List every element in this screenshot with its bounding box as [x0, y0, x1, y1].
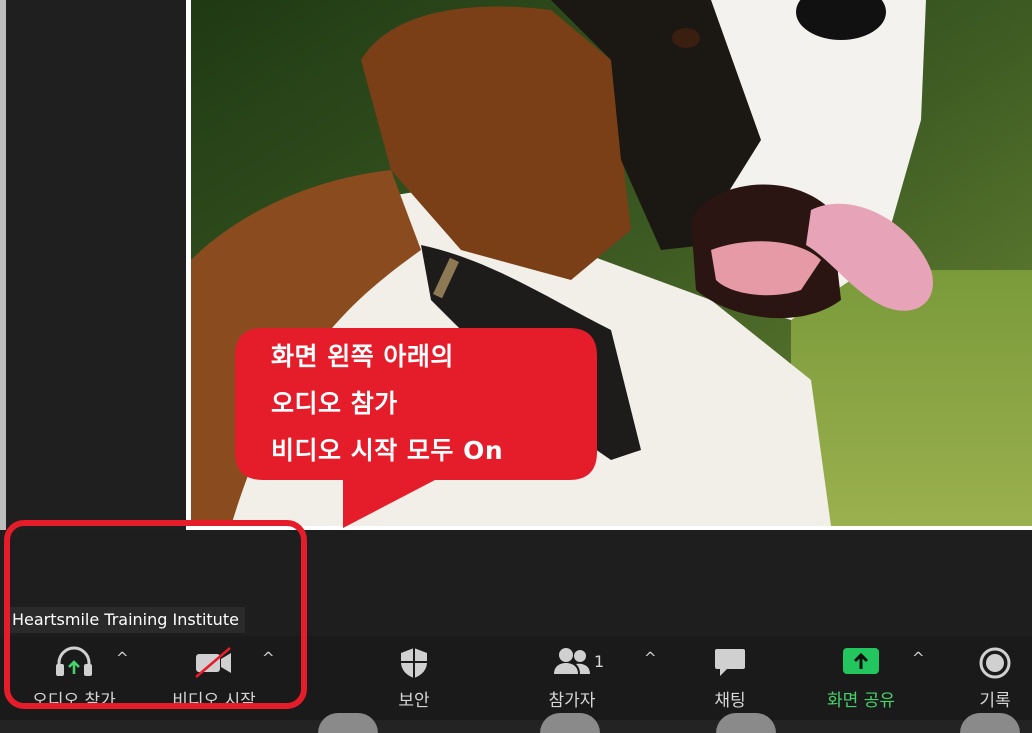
- background-bump: [960, 713, 1020, 733]
- share-screen-up-arrow-icon: [842, 646, 880, 680]
- background-bump: [318, 713, 378, 733]
- zoom-meeting-window: 화면 왼쪽 아래의 오디오 참가 비디오 시작 모두 On Heartsmile…: [0, 0, 1032, 733]
- start-video-label: 비디오 시작: [172, 691, 256, 711]
- record-label: 기록: [979, 691, 1011, 711]
- participants-button[interactable]: 참가자: [526, 636, 618, 720]
- join-audio-label: 오디오 참가: [32, 691, 116, 711]
- chat-bubble-icon: [713, 646, 747, 682]
- share-screen-label: 화면 공유: [827, 691, 895, 711]
- participants-options-caret[interactable]: ^: [644, 650, 657, 666]
- security-label: 보안: [398, 691, 430, 711]
- window-edge: [0, 0, 6, 530]
- participants-label: 참가자: [548, 691, 596, 711]
- background-bump: [540, 713, 600, 733]
- start-video-button[interactable]: 비디오 시작: [160, 636, 268, 720]
- record-button[interactable]: 기록: [956, 636, 1032, 720]
- callout-line-3: 비디오 시작 모두 On: [271, 436, 504, 465]
- participants-count: 1: [594, 652, 605, 671]
- record-icon: [978, 646, 1012, 684]
- left-panel: [0, 0, 186, 530]
- audio-options-caret[interactable]: ^: [116, 650, 129, 666]
- join-audio-button[interactable]: 오디오 참가: [20, 636, 128, 720]
- share-options-caret[interactable]: ^: [912, 650, 925, 666]
- instruction-callout: 화면 왼쪽 아래의 오디오 참가 비디오 시작 모두 On: [235, 328, 597, 528]
- chat-button[interactable]: 채팅: [684, 636, 776, 720]
- video-off-icon: [194, 646, 234, 682]
- callout-line-2: 오디오 참가: [271, 389, 398, 418]
- video-options-caret[interactable]: ^: [262, 650, 275, 666]
- headphones-join-icon: [54, 646, 94, 682]
- share-screen-button[interactable]: 화면 공유: [810, 636, 912, 720]
- chat-label: 채팅: [714, 691, 746, 711]
- callout-line-1: 화면 왼쪽 아래의: [271, 342, 454, 371]
- participant-name-label: Heartsmile Training Institute: [8, 607, 245, 633]
- people-icon: [552, 646, 592, 680]
- meeting-toolbar: 오디오 참가 ^ 비디오 시작 ^ 보안 참가자 1 ^ 채팅 화면 공유 ^ …: [0, 636, 1032, 720]
- background-bump: [716, 713, 776, 733]
- shield-icon: [398, 646, 430, 684]
- security-button[interactable]: 보안: [368, 636, 460, 720]
- callout-text: 화면 왼쪽 아래의 오디오 참가 비디오 시작 모두 On: [271, 333, 503, 474]
